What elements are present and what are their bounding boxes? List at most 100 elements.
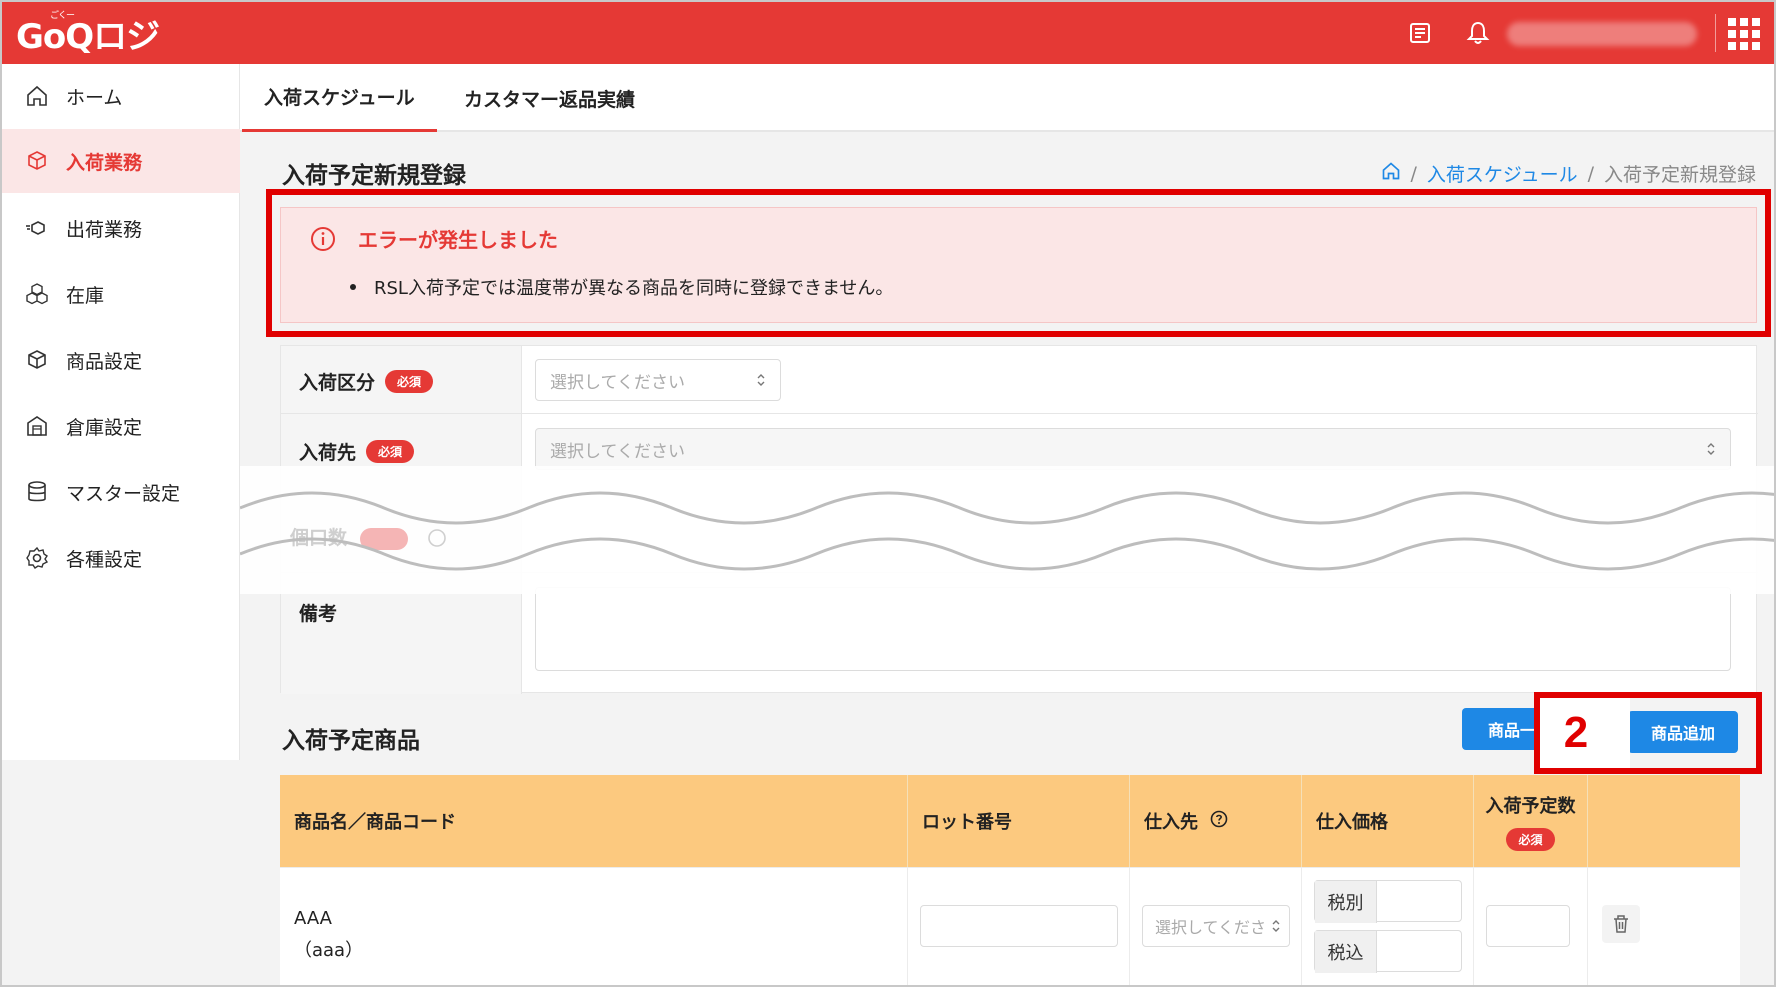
apps-grid-icon[interactable] xyxy=(1728,18,1760,50)
select-placeholder: 選択してください xyxy=(550,372,685,393)
breadcrumb: / 入荷スケジュール / 入荷予定新規登録 xyxy=(1381,160,1756,187)
outbound-box-icon xyxy=(24,215,50,241)
sidebar: ホーム 入荷業務 出荷業務 在庫 商品設定 倉庫設定 マスター設定 各種設定 xyxy=(2,64,240,760)
lot-cell xyxy=(908,867,1130,985)
sidebar-item-home[interactable]: ホーム xyxy=(2,64,240,128)
col-purchase-price: 仕入価格 xyxy=(1302,775,1474,867)
tab-inbound-schedule[interactable]: 入荷スケジュール xyxy=(242,64,437,132)
header-text: 入荷予定数 xyxy=(1485,795,1576,817)
tab-label: カスタマー返品実績 xyxy=(464,88,636,111)
pieces-label-faded: 個口数 xyxy=(289,526,348,549)
news-icon[interactable] xyxy=(1406,19,1434,47)
price-incl-tax-input[interactable]: 税込 xyxy=(1314,930,1462,973)
products-section-title: 入荷予定商品 xyxy=(282,728,420,754)
sidebar-item-various-settings[interactable]: 各種設定 xyxy=(2,526,240,590)
page-title: 入荷予定新規登録 xyxy=(282,163,466,189)
products-table: 商品名／商品コード ロット番号 仕入先 仕入価格 入荷予定数 必須 AAA （a… xyxy=(280,775,1740,985)
sidebar-item-label: 商品設定 xyxy=(66,350,143,373)
app-logo[interactable]: ごくー GoQロジ xyxy=(16,11,160,57)
home-icon xyxy=(24,83,50,109)
sidebar-item-label: 各種設定 xyxy=(66,548,143,571)
col-supplier: 仕入先 xyxy=(1130,775,1302,867)
annotation-highlight-error xyxy=(266,189,1771,337)
inbound-type-select[interactable]: 選択してください xyxy=(535,359,781,401)
notes-label: 備考 xyxy=(299,599,337,626)
price-excl-tax-input[interactable]: 税別 xyxy=(1314,880,1462,923)
quantity-cell xyxy=(1474,867,1588,985)
actions-cell xyxy=(1588,867,1740,985)
required-badge: 必須 xyxy=(385,370,434,393)
table-row: AAA （aaa） xyxy=(280,867,908,985)
product-box-icon xyxy=(24,347,50,373)
label-text: 備考 xyxy=(299,603,338,625)
tab-bar: 入荷スケジュール カスタマー返品実績 xyxy=(240,64,1774,132)
lot-number-input[interactable] xyxy=(920,905,1118,947)
header-text: 商品名／商品コード xyxy=(294,812,456,833)
breadcrumb-link[interactable]: 入荷スケジュール xyxy=(1427,160,1578,187)
label-text: 入荷区分 xyxy=(299,372,376,394)
database-icon xyxy=(24,479,50,505)
annotation-highlight-add-button xyxy=(1534,692,1762,774)
sidebar-item-inbound[interactable]: 入荷業務 xyxy=(2,129,240,193)
sidebar-item-product-settings[interactable]: 商品設定 xyxy=(2,328,240,392)
breadcrumb-current: 入荷予定新規登録 xyxy=(1603,164,1756,186)
help-icon[interactable] xyxy=(1210,810,1228,833)
sidebar-item-label: 在庫 xyxy=(66,284,105,307)
col-lot-number: ロット番号 xyxy=(908,775,1130,867)
top-bar: ごくー GoQロジ xyxy=(2,2,1774,64)
form-row-destination: 入荷先 必須 選択してください xyxy=(281,414,1758,474)
breadcrumb-separator: / xyxy=(1410,162,1417,185)
stock-boxes-icon xyxy=(24,281,50,307)
chevron-updown-icon xyxy=(1706,441,1716,457)
required-badge: 必須 xyxy=(366,440,415,463)
destination-select[interactable]: 選択してください xyxy=(535,428,1731,470)
col-quantity: 入荷予定数 必須 xyxy=(1474,775,1588,867)
supplier-select[interactable]: 選択してくださ xyxy=(1142,905,1290,947)
form-row-inbound-type: 入荷区分 必須 選択してください xyxy=(281,346,1758,414)
sidebar-item-label: 出荷業務 xyxy=(66,218,143,241)
supplier-cell: 選択してくださ xyxy=(1130,867,1302,985)
sidebar-item-label: マスター設定 xyxy=(66,482,181,505)
select-placeholder: 選択してくださ xyxy=(1155,918,1267,937)
user-menu[interactable] xyxy=(1507,22,1697,46)
col-actions xyxy=(1588,775,1740,867)
product-code: （aaa） xyxy=(294,940,364,961)
required-badge: 必須 xyxy=(1506,827,1555,851)
price-cell: 税別 税込 xyxy=(1302,867,1474,985)
sidebar-item-stock[interactable]: 在庫 xyxy=(2,262,240,326)
header-text: 仕入先 xyxy=(1144,812,1198,833)
sidebar-item-outbound[interactable]: 出荷業務 xyxy=(2,196,240,260)
price-incl-tax-label: 税込 xyxy=(1315,931,1377,973)
breadcrumb-separator: / xyxy=(1587,162,1594,185)
chevron-updown-icon xyxy=(1271,918,1281,934)
sidebar-item-label: 入荷業務 xyxy=(66,151,143,174)
inbound-box-icon xyxy=(24,148,50,174)
col-product-name: 商品名／商品コード xyxy=(280,775,908,867)
inbound-type-label: 入荷区分 必須 xyxy=(299,368,434,395)
trash-icon[interactable] xyxy=(1602,905,1640,943)
button-label: 商品一 xyxy=(1487,721,1536,740)
sidebar-item-warehouse-settings[interactable]: 倉庫設定 xyxy=(2,394,240,458)
omission-wave-divider: 個口数 xyxy=(240,466,1774,594)
sidebar-item-label: 倉庫設定 xyxy=(66,416,143,439)
header-text: 仕入価格 xyxy=(1316,812,1388,833)
gear-icon xyxy=(24,545,50,571)
home-icon[interactable] xyxy=(1381,161,1401,186)
tab-customer-returns[interactable]: カスタマー返品実績 xyxy=(464,64,635,132)
logo-ruby: ごくー xyxy=(50,11,75,21)
chevron-updown-icon xyxy=(756,372,766,388)
product-name: AAA xyxy=(294,908,332,929)
bell-icon[interactable] xyxy=(1464,19,1492,47)
select-placeholder: 選択してください xyxy=(550,441,685,462)
header-text: ロット番号 xyxy=(922,812,1012,833)
table-header: 商品名／商品コード ロット番号 仕入先 仕入価格 入荷予定数 必須 xyxy=(280,775,1740,867)
destination-label: 入荷先 必須 xyxy=(299,438,415,465)
header-divider xyxy=(1715,14,1716,52)
warehouse-icon xyxy=(24,413,50,439)
quantity-input[interactable] xyxy=(1486,905,1570,947)
notes-textarea[interactable] xyxy=(535,587,1731,671)
sidebar-item-master-settings[interactable]: マスター設定 xyxy=(2,460,240,524)
tab-label: 入荷スケジュール xyxy=(264,87,415,109)
sidebar-item-label: ホーム xyxy=(66,86,123,109)
logo-text: GoQロジ xyxy=(16,16,160,57)
